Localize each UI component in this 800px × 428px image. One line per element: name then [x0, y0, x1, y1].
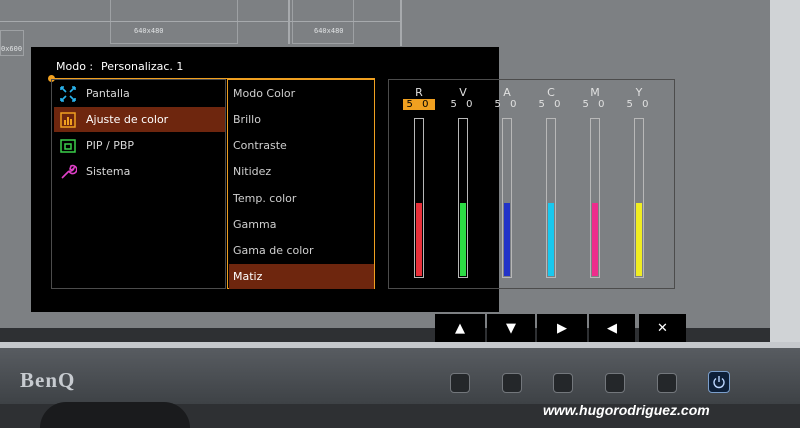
channel-label-r: R [415, 86, 423, 99]
channel-slider-v[interactable] [458, 118, 468, 278]
main-menu-item-pip-pbp[interactable]: PIP / PBP [54, 133, 225, 158]
osd-key-5[interactable] [657, 373, 677, 393]
channel-value-a: 5 0 [494, 99, 520, 110]
channel-value-m: 5 0 [582, 99, 608, 110]
sub-menu-item-temp-color[interactable]: Temp. color [229, 186, 374, 211]
monitor-bezel [0, 348, 800, 404]
channel-value-y: 5 0 [626, 99, 652, 110]
left-arrow-icon: ◀ [607, 320, 617, 336]
channel-label-c: C [547, 86, 555, 99]
hint-left-button[interactable]: ◀ [589, 314, 635, 342]
sub-menu-item-matiz[interactable]: Matiz [229, 264, 374, 289]
main-menu-label: PIP / PBP [86, 139, 135, 152]
wrench-icon [59, 163, 77, 181]
channel-fill-m [592, 202, 598, 276]
channel-fill-a [504, 202, 510, 276]
osd-key-1[interactable] [450, 373, 470, 393]
channel-label-y: Y [635, 86, 643, 99]
monitor-side-bezel [770, 0, 800, 348]
channel-label-a: A [503, 86, 511, 99]
sub-menu-item-contraste[interactable]: Contraste [229, 133, 374, 158]
hint-right-button[interactable]: ▶ [537, 314, 587, 342]
main-menu-item-sistema[interactable]: Sistema [54, 159, 225, 184]
bg-guide-label: 640x480 [314, 27, 344, 35]
sub-menu-item-brillo[interactable]: Brillo [229, 107, 374, 132]
down-arrow-icon: ▼ [506, 320, 516, 336]
display-arrows-icon [59, 85, 77, 103]
color-adjust-icon [59, 111, 77, 129]
osd-key-2[interactable] [502, 373, 522, 393]
main-menu-label: Pantalla [86, 87, 130, 100]
right-arrow-icon: ▶ [557, 320, 567, 336]
close-icon: ✕ [657, 320, 668, 336]
power-icon [713, 376, 725, 389]
bg-guide-label: 640x480 [134, 27, 164, 35]
hue-panel [388, 79, 675, 289]
bg-ruler [400, 0, 402, 46]
hint-close-button[interactable]: ✕ [639, 314, 686, 342]
channel-slider-a[interactable] [502, 118, 512, 278]
monitor-stand [40, 402, 190, 428]
sub-menu-item-gamma[interactable]: Gamma [229, 212, 374, 237]
channel-slider-m[interactable] [590, 118, 600, 278]
mode-value: Personalizac. 1 [101, 60, 184, 73]
hint-down-button[interactable]: ▼ [487, 314, 535, 342]
channel-value-v: 5 0 [450, 99, 476, 110]
mode-label: Modo : [56, 60, 94, 73]
channel-fill-y [636, 202, 642, 276]
bg-ruler [0, 21, 402, 22]
channel-fill-c [548, 202, 554, 276]
hint-up-button[interactable]: ▲ [435, 314, 485, 342]
channel-fill-v [460, 202, 466, 276]
osd-key-3[interactable] [553, 373, 573, 393]
power-button[interactable] [708, 371, 730, 393]
bg-guide-box [292, 0, 354, 44]
watermark-text: www.hugorodriguez.com [543, 402, 710, 418]
brand-logo: BenQ [20, 368, 76, 392]
channel-label-m: M [590, 86, 600, 99]
channel-label-v: V [459, 86, 467, 99]
sub-menu-item-nitidez[interactable]: Nitidez [229, 159, 374, 184]
channel-value-c: 5 0 [538, 99, 564, 110]
osd-key-4[interactable] [605, 373, 625, 393]
channel-slider-c[interactable] [546, 118, 556, 278]
channel-value-r: 5 0 [403, 99, 435, 110]
main-menu-label: Sistema [86, 165, 131, 178]
sub-menu-item-modo-color[interactable]: Modo Color [229, 81, 374, 106]
up-arrow-icon: ▲ [455, 320, 465, 336]
sub-menu-item-gama-de-color[interactable]: Gama de color [229, 238, 374, 263]
channel-slider-r[interactable] [414, 118, 424, 278]
main-menu-item-ajuste-de-color[interactable]: Ajuste de color [54, 107, 225, 132]
main-menu-label: Ajuste de color [86, 113, 169, 126]
channel-fill-r [416, 202, 422, 276]
bg-guide-box [110, 0, 238, 44]
main-menu-item-pantalla[interactable]: Pantalla [54, 81, 225, 106]
bg-guide-label: 0x600 [1, 45, 23, 53]
channel-slider-y[interactable] [634, 118, 644, 278]
bg-ruler [288, 0, 290, 44]
pip-icon [59, 137, 77, 155]
